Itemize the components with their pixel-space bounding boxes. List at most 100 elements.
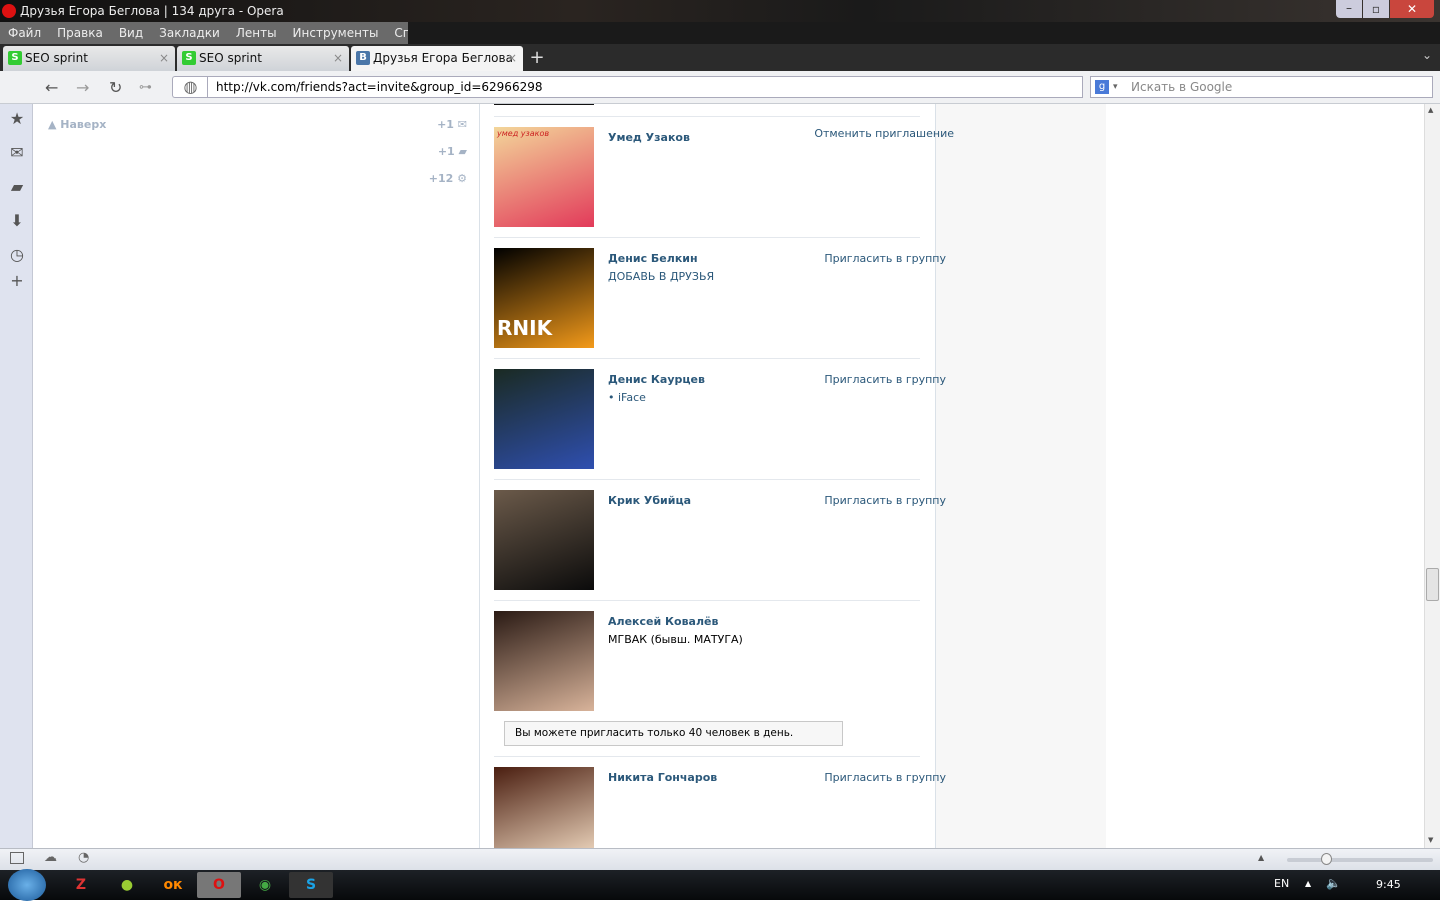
tab-vk-friends[interactable]: BДрузья Егора Беглова ...×	[351, 46, 523, 90]
zoom-slider[interactable]	[1287, 858, 1433, 862]
maximize-button[interactable]: ▫	[1363, 0, 1389, 18]
downloads-icon[interactable]: ⬇	[8, 211, 26, 230]
gear-icon: ⚙	[457, 172, 467, 185]
invite-to-group-link[interactable]: Пригласить в группу	[824, 252, 946, 265]
close-button[interactable]: ✕	[1390, 0, 1434, 18]
friend-name-link[interactable]: Крик Убийца	[608, 494, 691, 507]
invite-to-group-link[interactable]: Пригласить в группу	[824, 494, 946, 507]
messages-counter[interactable]: +1 ✉	[437, 118, 467, 131]
chrome-taskbar-icon[interactable]: ◉	[243, 872, 287, 898]
vk-page: ▲ Наверх +1 ✉ +1 ▰ +12 ⚙ умед узаков Умед…	[33, 104, 1424, 848]
start-button[interactable]	[8, 869, 46, 901]
search-input[interactable]: g ▾ Искать в Google	[1090, 76, 1433, 98]
tab-seo-sprint-1[interactable]: S SEO sprint ×	[3, 46, 175, 71]
vertical-scrollbar[interactable]: ▲ ▼	[1424, 104, 1440, 848]
menu-edit[interactable]: Правка	[49, 22, 111, 44]
friend-name-link[interactable]: Денис Каурцев	[608, 373, 705, 386]
windows-taskbar: Z ● ок O ◉ S EN ▲ 🔈 9:45	[0, 869, 1440, 901]
invite-to-group-link[interactable]: Пригласить в группу	[824, 373, 946, 386]
clock[interactable]: 9:45	[1376, 878, 1401, 891]
reload-icon[interactable]: ↻	[109, 78, 122, 97]
tab-menu-chevron-icon[interactable]: ⌄	[1422, 48, 1432, 62]
skype-taskbar-icon[interactable]: S	[289, 872, 333, 898]
zoom-slider-thumb[interactable]	[1321, 853, 1332, 865]
scroll-down-icon[interactable]: ▼	[1428, 836, 1433, 844]
address-text: http://vk.com/friends?act=invite&group_i…	[216, 80, 543, 94]
friend-status[interactable]: • iFace	[608, 391, 646, 404]
friend-name-link[interactable]: Никита Гончаров	[608, 771, 717, 784]
filezilla-taskbar-icon[interactable]: Z	[59, 872, 103, 898]
row-separator	[494, 756, 920, 757]
globe-icon[interactable]: ◍	[172, 76, 208, 98]
friend-name-link[interactable]: Денис Белкин	[608, 252, 698, 265]
odnoklassniki-taskbar-icon[interactable]: ок	[151, 872, 195, 898]
close-tab-icon[interactable]: ×	[333, 46, 343, 71]
scroll-up-icon[interactable]: ▲	[1428, 106, 1433, 114]
mail-icon[interactable]: ✉	[8, 143, 26, 162]
history-clock-icon[interactable]: ◷	[8, 245, 26, 264]
comment-icon: ▰	[458, 145, 467, 158]
tab-strip: S SEO sprint × S SEO sprint × B Друзья Егора …	[0, 44, 1440, 90]
comments-counter[interactable]: +1 ▰	[438, 145, 467, 158]
arrow-up-icon: ▲	[48, 118, 61, 131]
menu-view[interactable]: Вид	[111, 22, 151, 44]
volume-icon[interactable]: 🔈	[1326, 876, 1341, 890]
panel-toggle-icon[interactable]	[10, 852, 24, 864]
settings-counter[interactable]: +12 ⚙	[429, 172, 467, 185]
friend-photo[interactable]	[494, 369, 594, 469]
friend-name-link[interactable]: Умед Узаков	[608, 131, 690, 144]
add-panel-icon[interactable]: +	[8, 271, 26, 290]
seo-sprint-icon: S	[8, 51, 22, 65]
bookmarks-star-icon[interactable]: ★	[8, 109, 26, 128]
friend-status: ДОБАВЬ В ДРУЗЬЯ	[608, 270, 715, 283]
navigation-bar: ← → ↻ ⊶ ◍ http://vk.com/friends?act=invi…	[0, 71, 1440, 104]
friend-status: МГВАК (бывш. МАТУГА)	[608, 633, 743, 646]
counter-value: +1	[437, 145, 455, 158]
key-icon[interactable]: ⊶	[139, 80, 152, 95]
row-separator	[494, 358, 920, 359]
menu-feeds[interactable]: Ленты	[228, 22, 285, 44]
invite-to-group-link[interactable]: Пригласить в группу	[824, 771, 946, 784]
language-indicator[interactable]: EN	[1274, 877, 1289, 890]
row-separator	[494, 237, 920, 238]
friend-photo[interactable]	[494, 767, 594, 848]
menu-tools[interactable]: Инструменты	[285, 22, 387, 44]
side-column	[936, 104, 1106, 848]
minimize-button[interactable]: –	[1336, 0, 1362, 18]
chevron-down-icon[interactable]: ▾	[1113, 77, 1118, 97]
tab-seo-sprint-2[interactable]: S SEO sprint ×	[177, 46, 349, 71]
opera-taskbar-icon[interactable]: O	[197, 872, 241, 898]
tab-label: SEO sprint	[25, 51, 88, 65]
cancel-invite-link[interactable]: Отменить приглашение	[814, 127, 954, 140]
counter-value: +1	[437, 118, 454, 131]
row-separator	[494, 479, 920, 480]
menu-bar: Файл Правка Вид Закладки Ленты Инструмен…	[0, 22, 447, 44]
notes-icon[interactable]: ▰	[8, 177, 26, 196]
address-input[interactable]: http://vk.com/friends?act=invite&group_i…	[207, 76, 1083, 98]
friend-photo[interactable]: умед узаков	[494, 127, 594, 227]
icq-taskbar-icon[interactable]: ●	[105, 872, 149, 898]
turbo-icon[interactable]: ◔	[78, 850, 89, 865]
friend-photo-partial[interactable]	[494, 104, 594, 105]
forward-icon[interactable]: →	[76, 78, 89, 97]
close-tab-icon[interactable]: ×	[507, 46, 517, 71]
friend-name-link[interactable]: Алексей Ковалёв	[608, 615, 718, 628]
search-placeholder: Искать в Google	[1131, 80, 1233, 94]
close-tab-icon[interactable]: ×	[159, 46, 169, 71]
friend-photo[interactable]: RNIK	[494, 248, 594, 348]
row-separator	[494, 600, 920, 601]
tab-label: SEO sprint	[199, 51, 262, 65]
zoom-arrow-icon[interactable]: ▲	[1258, 853, 1264, 862]
opera-side-panel: ★ ✉ ▰ ⬇ ◷ +	[0, 104, 33, 848]
friend-photo[interactable]	[494, 490, 594, 590]
scrollbar-thumb[interactable]	[1426, 568, 1439, 601]
back-icon[interactable]: ←	[45, 78, 58, 97]
friend-photo[interactable]	[494, 611, 594, 711]
scroll-to-top-link[interactable]: ▲ Наверх	[48, 118, 106, 131]
opera-unite-icon[interactable]: ☁	[44, 850, 57, 865]
new-tab-button[interactable]: +	[527, 46, 547, 71]
menu-file[interactable]: Файл	[0, 22, 49, 44]
menu-bookmarks[interactable]: Закладки	[151, 22, 228, 44]
tray-expand-icon[interactable]: ▲	[1305, 879, 1311, 888]
google-icon[interactable]: g	[1095, 80, 1109, 94]
